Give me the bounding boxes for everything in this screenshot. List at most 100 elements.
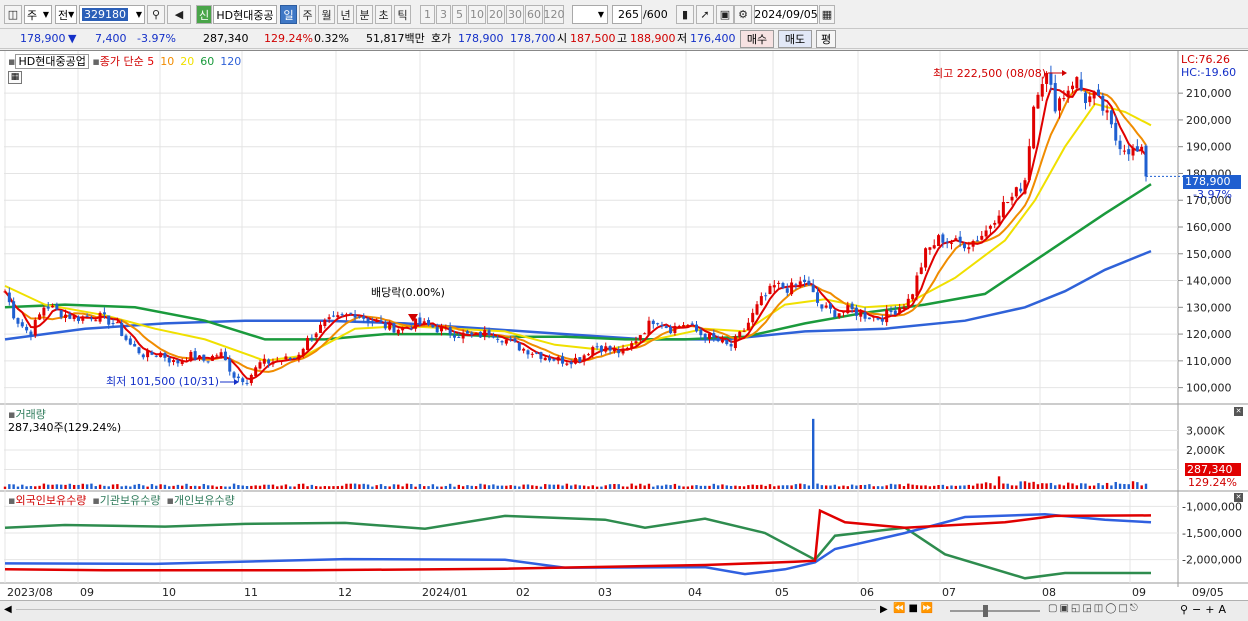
period-tab[interactable]: 년 xyxy=(337,5,354,24)
candle-body xyxy=(42,307,46,316)
period-tab[interactable]: 월 xyxy=(318,5,335,24)
volume-bar xyxy=(595,486,599,489)
volume-bar xyxy=(876,486,880,489)
volume-bar xyxy=(669,485,672,489)
volume-bar xyxy=(531,485,534,489)
zoom-controls[interactable]: ⚲−+A xyxy=(1180,603,1230,616)
stock-name-label: HD현대중공 xyxy=(216,8,274,22)
ask-price: 178,900 xyxy=(458,32,504,45)
volume-bar xyxy=(777,485,780,489)
search-icon[interactable]: ⚲ xyxy=(147,5,165,24)
candle-body xyxy=(1127,149,1131,155)
candle-body xyxy=(262,358,266,364)
volume-bar xyxy=(881,486,884,489)
minute-tab[interactable]: 3 xyxy=(436,5,451,24)
market-select[interactable]: 주 ▼ xyxy=(24,5,52,24)
zoom-slider[interactable] xyxy=(950,610,1040,612)
volume-bar xyxy=(323,486,327,489)
volume-bar xyxy=(397,484,400,489)
date-input[interactable]: 2024/09/05 xyxy=(754,5,818,24)
volume-value-label: 287,340주(129.24%) xyxy=(8,421,122,434)
speaker-icon[interactable]: ◀ xyxy=(167,5,191,24)
candle-body xyxy=(660,324,664,327)
volume-bar xyxy=(1123,484,1126,489)
volume-bar xyxy=(392,484,396,489)
candle-body xyxy=(781,283,785,288)
stock-chart[interactable]: 210,000200,000190,000180,000170,000160,0… xyxy=(0,51,1248,601)
minute-tab[interactable]: 5 xyxy=(452,5,467,24)
minute-tab[interactable]: 120 xyxy=(544,5,565,24)
candle-body xyxy=(448,326,452,335)
legend-ma-label: 종가 단순 xyxy=(99,55,144,68)
layout-icon[interactable]: ◫ xyxy=(4,5,22,24)
period-tab[interactable]: 일 xyxy=(280,5,297,24)
code-input[interactable]: 329180 ▼ xyxy=(79,5,145,24)
volume-bar xyxy=(159,484,162,489)
minute-tab[interactable]: 20 xyxy=(487,5,505,24)
candle-body xyxy=(344,314,348,316)
current-pct-tag: -3.97% xyxy=(1193,188,1232,201)
scroll-track[interactable] xyxy=(16,609,876,613)
save-icon[interactable]: ▣ xyxy=(716,5,734,24)
minute-tab[interactable]: 1 xyxy=(420,5,435,24)
volume-bar xyxy=(241,485,244,489)
volume-bar xyxy=(812,418,815,489)
volume-bar xyxy=(721,484,724,489)
volume-bar xyxy=(410,483,413,489)
interval-input[interactable]: ▼ xyxy=(572,5,608,24)
candle-body xyxy=(197,355,201,359)
volume-bar xyxy=(345,483,348,489)
candle-body xyxy=(370,321,374,323)
legend-marker-icon: ▪ xyxy=(92,494,100,507)
candle-body xyxy=(945,241,949,243)
price-legend: ▪ HD현대중공업 ▪종가 단순 5 10 20 60 120 xyxy=(8,53,247,69)
holdings-legend: ▪외국인보유수량 ▪기관보유수량 ▪개인보유수량 xyxy=(8,492,241,508)
volume-bar xyxy=(375,485,378,489)
playback-controls[interactable]: ⏪■⏩ xyxy=(893,603,936,614)
volume-bar xyxy=(634,485,638,489)
legend-stock-name[interactable]: HD현대중공업 xyxy=(15,54,89,69)
candle-body xyxy=(898,307,902,314)
period-tab[interactable]: 주 xyxy=(299,5,316,24)
grid-toggle-icon[interactable]: ▦ xyxy=(8,71,22,84)
candle-type-icon[interactable]: ▮ xyxy=(676,5,694,24)
candle-body xyxy=(232,372,236,378)
close-icon[interactable]: ✕ xyxy=(1234,407,1243,416)
trade-amount: 51,817백만 xyxy=(366,32,425,45)
period-tab[interactable]: 분 xyxy=(356,5,373,24)
candle-body xyxy=(223,351,227,361)
zoom-slider-handle[interactable] xyxy=(983,605,988,617)
volume-bar xyxy=(807,485,811,489)
scroll-left-icon[interactable]: ◀ xyxy=(4,604,12,615)
close-icon[interactable]: ✕ xyxy=(1234,493,1243,502)
scroll-right-icon[interactable]: ▶ xyxy=(880,604,888,615)
sell-button[interactable]: 매도 xyxy=(778,30,812,48)
minute-tab[interactable]: 10 xyxy=(468,5,486,24)
period-tab[interactable]: 틱 xyxy=(394,5,411,24)
count-input[interactable]: 265 xyxy=(612,5,642,24)
candle-body xyxy=(141,354,145,358)
buy-button[interactable]: 매수 xyxy=(740,30,774,48)
chart-area[interactable]: 210,000 200,000 190,000 180,000 170,000 160,0… xyxy=(0,50,1248,600)
candle-body xyxy=(306,337,310,351)
gear-icon[interactable]: ⚙ xyxy=(734,5,752,24)
volume-bar xyxy=(1023,481,1027,489)
candle-body xyxy=(1140,146,1144,150)
candle-body xyxy=(712,333,716,338)
minute-tab[interactable]: 30 xyxy=(506,5,524,24)
volume-bar xyxy=(509,485,512,489)
tool-icons[interactable]: ▢▣◱◲◫◯□⎋ xyxy=(1048,603,1140,614)
minute-tab[interactable]: 60 xyxy=(525,5,543,24)
eval-button[interactable]: 평 xyxy=(816,30,836,48)
volume-bar xyxy=(958,485,962,489)
candle-body xyxy=(565,363,569,365)
line-type-icon[interactable]: ➚ xyxy=(696,5,714,24)
volume-bar xyxy=(366,484,370,489)
calendar-icon[interactable]: ▦ xyxy=(819,5,835,24)
candle-body xyxy=(98,312,102,322)
candle-body xyxy=(297,354,301,360)
view-select[interactable]: 전 ▼ xyxy=(55,5,77,24)
period-tab[interactable]: 초 xyxy=(375,5,392,24)
candle-body xyxy=(228,358,232,372)
candle-body xyxy=(768,285,772,295)
